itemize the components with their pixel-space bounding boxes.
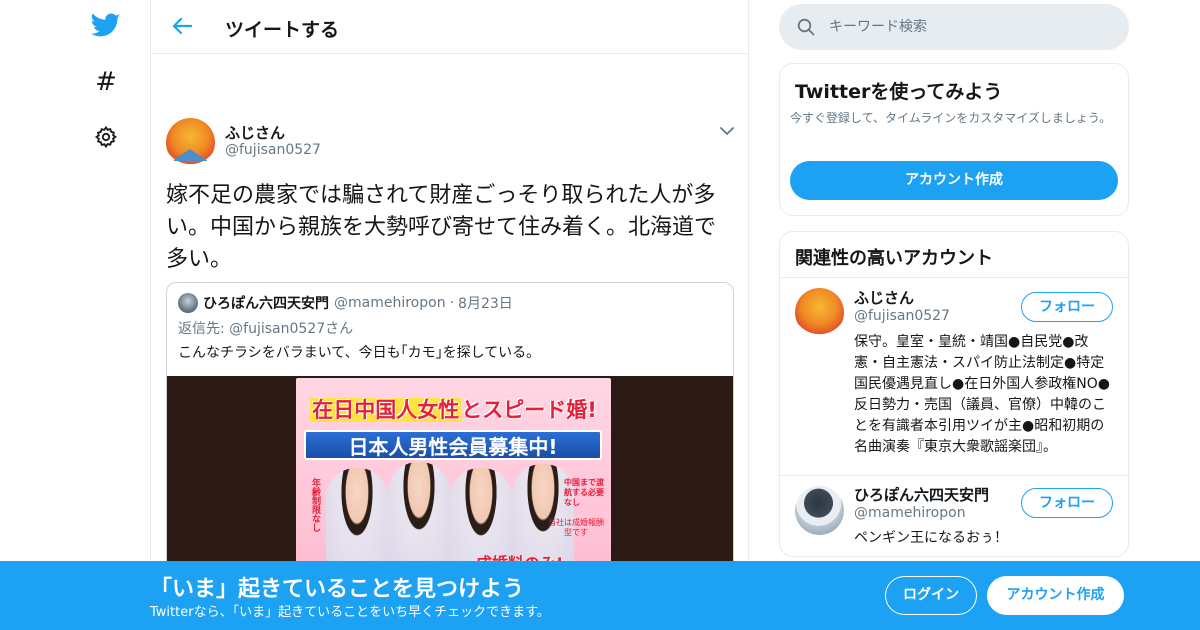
main-header: ツイートする xyxy=(151,0,748,54)
main-column: ツイートする ふじさん @fujisan0527 嫁不足の農家では騙されて財産ご… xyxy=(150,0,749,630)
create-account-button[interactable]: アカウント作成 xyxy=(790,161,1118,200)
account-bio: 保守。皇室・皇統・靖国●自民党●改憲・自主憲法・スパイ防止法制定●特定国民優遇見… xyxy=(854,334,1110,455)
avatar[interactable] xyxy=(795,288,844,337)
tweet-text: 嫁不足の農家では騙されて財産ごっそり取られた人が多い。中国から親族を大勢呼び寄せ… xyxy=(166,183,717,272)
related-account: ひろぽん六四天安門 @mamehiropon フォロー ペンギン王になるおぅ！ xyxy=(780,475,1128,557)
flyer-headline-highlight: 在日中国人女性 xyxy=(310,398,462,422)
try-twitter-card: Twitterを使ってみよう 今すぐ登録して、タイムラインをカスタマイズしましょ… xyxy=(779,63,1129,216)
quote-date: 8月23日 xyxy=(458,296,513,312)
related-accounts-card: 関連性の高いアカウント ふじさん @fujisan0527 フォロー 保守。皇室… xyxy=(779,231,1129,557)
reply-handle[interactable]: @fujisan0527さん xyxy=(229,321,353,337)
try-card-title: Twitterを使ってみよう xyxy=(795,81,1003,103)
flyer-headline: 在日中国人女性とスピード婚! xyxy=(296,394,611,424)
quote-text: こんなチラシをバラまいて、今日も｢カモ｣を探している。 xyxy=(178,345,541,361)
quote-separator: · xyxy=(449,295,455,311)
chevron-down-icon[interactable] xyxy=(718,122,736,140)
account-name[interactable]: ひろぽん六四天安門 xyxy=(854,484,989,505)
signup-button[interactable]: アカウント作成 xyxy=(987,576,1124,615)
flyer-side-text: 年齢制限なし xyxy=(310,478,320,532)
gear-icon[interactable] xyxy=(90,121,122,153)
author-handle[interactable]: @fujisan0527 xyxy=(225,142,321,158)
account-name[interactable]: ふじさん xyxy=(854,287,914,308)
twitter-bird-icon[interactable] xyxy=(90,10,122,42)
quote-author-handle: @mamehiropon xyxy=(334,295,446,311)
search-box xyxy=(779,4,1129,50)
account-bio: ペンギン王になるおぅ！ xyxy=(854,530,1008,546)
quote-author-name: ひろぽん六四天安門 xyxy=(203,296,329,312)
bottom-bar-subtitle: Twitterなら、「いま」起きていることをいち早くチェックできます。 xyxy=(150,605,550,620)
page-title: ツイートする xyxy=(225,19,340,41)
avatar[interactable] xyxy=(795,486,844,535)
author-avatar[interactable] xyxy=(166,118,215,167)
related-account: ふじさん @fujisan0527 フォロー 保守。皇室・皇統・靖国●自民党●改… xyxy=(780,278,1128,474)
search-icon xyxy=(797,18,815,36)
login-button[interactable]: ログイン xyxy=(885,576,977,615)
signup-bottom-bar: 「いま」起きていることを見つけよう Twitterなら、「いま」起きていることを… xyxy=(0,561,1200,630)
quote-avatar xyxy=(178,293,198,313)
quote-reply-to: 返信先: @fujisan0527さん xyxy=(178,318,353,338)
flyer-headline-rest: とスピード婚! xyxy=(461,398,597,422)
try-card-description: 今すぐ登録して、タイムラインをカスタマイズしましょう。 xyxy=(790,111,1112,125)
hashtag-icon[interactable]: # xyxy=(90,66,122,98)
account-handle[interactable]: @fujisan0527 xyxy=(854,308,950,324)
bottom-bar-title: 「いま」起きていることを見つけよう xyxy=(150,577,525,602)
flyer-face xyxy=(388,462,450,572)
reply-prefix: 返信先: xyxy=(178,321,225,337)
quote-header: ひろぽん六四天安門 @mamehiropon · 8月23日 xyxy=(178,293,513,313)
back-arrow-icon[interactable] xyxy=(169,12,195,40)
flyer-note: 中国まで渡航する必要なし xyxy=(564,478,604,507)
follow-button[interactable]: フォロー xyxy=(1021,292,1113,322)
account-handle[interactable]: @mamehiropon xyxy=(854,505,966,521)
author-name[interactable]: ふじさん xyxy=(225,122,285,143)
flyer-note: 当社は成婚報酬型です xyxy=(548,518,604,537)
flyer-banner: 日本人男性会員募集中! xyxy=(304,430,602,460)
related-accounts-title: 関連性の高いアカウント xyxy=(795,248,993,269)
follow-button[interactable]: フォロー xyxy=(1021,488,1113,518)
search-input[interactable] xyxy=(829,16,1109,38)
left-nav: # xyxy=(0,0,150,630)
